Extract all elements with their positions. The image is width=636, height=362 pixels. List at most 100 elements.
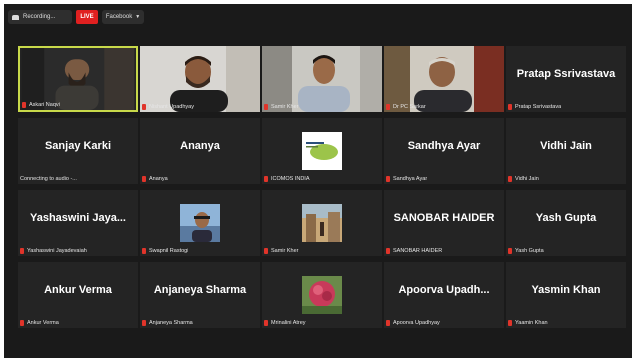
- participant-tile[interactable]: Yashaswini Jaya... Yashaswini Jayadevaia…: [18, 190, 138, 256]
- mic-icon: [264, 248, 268, 254]
- participant-caption-label: SANOBAR HAIDER: [393, 248, 443, 254]
- participant-caption: Swapnil Rastogi: [142, 248, 188, 254]
- participant-tile[interactable]: Yash Gupta Yash Gupta: [506, 190, 626, 256]
- mic-icon: [386, 176, 390, 182]
- top-bar: Recording... LIVE Facebook ▼: [4, 4, 632, 30]
- recording-label: Recording...: [23, 14, 56, 20]
- participant-tile[interactable]: Nishant Upadhyay: [140, 46, 260, 112]
- participant-tile[interactable]: Samir Kher: [262, 190, 382, 256]
- participant-caption: Vidhi Jain: [508, 176, 539, 182]
- mic-icon: [264, 104, 268, 110]
- participant-tile[interactable]: Swapnil Rastogi: [140, 190, 260, 256]
- participant-caption: Samir Kher: [264, 248, 299, 254]
- participant-caption: Dr PC Sarkar: [386, 104, 426, 110]
- mic-icon: [508, 176, 512, 182]
- participant-caption: Anjaneya Sharma: [142, 320, 193, 326]
- participant-caption: Apoorva Upadhyay: [386, 320, 440, 326]
- participant-tile[interactable]: Pratap Ssrivastava Pratap Ssrivastava: [506, 46, 626, 112]
- participant-tile[interactable]: ICOMOS INDIA: [262, 118, 382, 184]
- gallery-grid: Askari Naqvi Nishant Upadhyay Samir Kher…: [18, 46, 626, 331]
- participant-caption: ICOMOS INDIA: [264, 176, 310, 182]
- participant-caption: Ananya: [142, 176, 168, 182]
- participant-name: Yash Gupta: [535, 212, 597, 224]
- participant-tile[interactable]: Askari Naqvi: [18, 46, 138, 112]
- mic-icon: [20, 320, 24, 326]
- participant-tile[interactable]: Ananya Ananya: [140, 118, 260, 184]
- participant-caption-label: Anjaneya Sharma: [149, 320, 193, 326]
- participant-caption: Samir Kher: [264, 104, 299, 110]
- participant-name: Yashaswini Jaya...: [29, 212, 126, 224]
- recording-indicator[interactable]: Recording...: [8, 10, 72, 24]
- participant-caption-label: Apoorva Upadhyay: [393, 320, 440, 326]
- profile-picture: [180, 204, 220, 242]
- participant-tile[interactable]: Yasmin Khan Yaamin Khan: [506, 262, 626, 328]
- participant-name: Yasmin Khan: [531, 284, 601, 296]
- participant-caption-label: ICOMOS INDIA: [271, 176, 310, 182]
- stream-target-dropdown[interactable]: Facebook ▼: [102, 10, 144, 24]
- mic-icon: [142, 104, 146, 110]
- participant-caption-label: Swapnil Rastogi: [149, 248, 189, 254]
- participant-caption-label: Yaamin Khan: [515, 320, 548, 326]
- participant-caption-label: Ananya: [149, 176, 168, 182]
- participant-tile[interactable]: Dr PC Sarkar: [384, 46, 504, 112]
- participant-name: Anjaneya Sharma: [153, 284, 247, 296]
- participant-caption: Connecting to audio -...: [20, 176, 77, 182]
- mic-icon: [142, 248, 146, 254]
- mic-icon: [22, 102, 26, 108]
- mic-icon: [508, 248, 512, 254]
- mic-icon: [142, 176, 146, 182]
- participant-caption-label: Yash Gupta: [515, 248, 544, 254]
- participant-caption: Ankur Verma: [20, 320, 59, 326]
- participant-tile[interactable]: Ankur Verma Ankur Verma: [18, 262, 138, 328]
- participant-caption: Yashaswini Jayadevaiah: [20, 248, 87, 254]
- stream-target-label: Facebook: [105, 14, 133, 20]
- participant-video: [140, 46, 260, 112]
- meeting-window: Recording... LIVE Facebook ▼ Askari Naqv…: [4, 4, 632, 358]
- participant-name: Apoorva Upadh...: [398, 284, 490, 296]
- mic-icon: [386, 320, 390, 326]
- participant-caption: Nishant Upadhyay: [142, 104, 194, 110]
- participant-caption-label: Yashaswini Jayadevaiah: [27, 248, 87, 254]
- participant-video: [384, 46, 504, 112]
- participant-video: [262, 46, 382, 112]
- participant-name: Pratap Ssrivastava: [516, 68, 616, 80]
- participant-caption: Mrinalini Atrey: [264, 320, 306, 326]
- mic-icon: [386, 104, 390, 110]
- participant-caption-label: Ankur Verma: [27, 320, 59, 326]
- participant-caption: Yaamin Khan: [508, 320, 548, 326]
- participant-caption-label: Sandhya Ayar: [393, 176, 428, 182]
- participant-caption-label: Samir Kher: [271, 248, 299, 254]
- participant-tile[interactable]: Apoorva Upadh... Apoorva Upadhyay: [384, 262, 504, 328]
- participant-caption: Pratap Ssrivastava: [508, 104, 561, 110]
- participant-caption-label: Nishant Upadhyay: [149, 104, 194, 110]
- participant-name: Sanjay Karki: [44, 140, 112, 152]
- profile-picture: [302, 204, 342, 242]
- participant-name: Vidhi Jain: [540, 140, 592, 152]
- participant-caption: Askari Naqvi: [22, 102, 60, 108]
- participant-name: Ankur Verma: [44, 284, 112, 296]
- mic-icon: [264, 320, 268, 326]
- mic-icon: [264, 176, 268, 182]
- participant-tile[interactable]: Sandhya Ayar Sandhya Ayar: [384, 118, 504, 184]
- participant-caption: Yash Gupta: [508, 248, 544, 254]
- participant-tile[interactable]: SANOBAR HAIDER SANOBAR HAIDER: [384, 190, 504, 256]
- participant-tile[interactable]: Anjaneya Sharma Anjaneya Sharma: [140, 262, 260, 328]
- participant-caption: Sandhya Ayar: [386, 176, 427, 182]
- participant-caption-label: Dr PC Sarkar: [393, 104, 426, 110]
- participant-caption-label: Pratap Ssrivastava: [515, 104, 562, 110]
- participant-tile[interactable]: Vidhi Jain Vidhi Jain: [506, 118, 626, 184]
- live-badge: LIVE: [76, 10, 98, 24]
- participant-tile[interactable]: Mrinalini Atrey: [262, 262, 382, 328]
- participant-video: [21, 48, 135, 110]
- mic-icon: [142, 320, 146, 326]
- mic-icon: [386, 248, 390, 254]
- mic-icon: [508, 104, 512, 110]
- participant-tile[interactable]: Sanjay Karki Connecting to audio -...: [18, 118, 138, 184]
- participant-name: SANOBAR HAIDER: [393, 212, 495, 224]
- participant-caption-label: Mrinalini Atrey: [271, 320, 306, 326]
- participant-tile[interactable]: Samir Kher: [262, 46, 382, 112]
- participant-caption-label: Samir Kher: [271, 104, 299, 110]
- mic-icon: [508, 320, 512, 326]
- cloud-record-icon: [12, 14, 19, 20]
- participant-caption-label: Vidhi Jain: [515, 176, 539, 182]
